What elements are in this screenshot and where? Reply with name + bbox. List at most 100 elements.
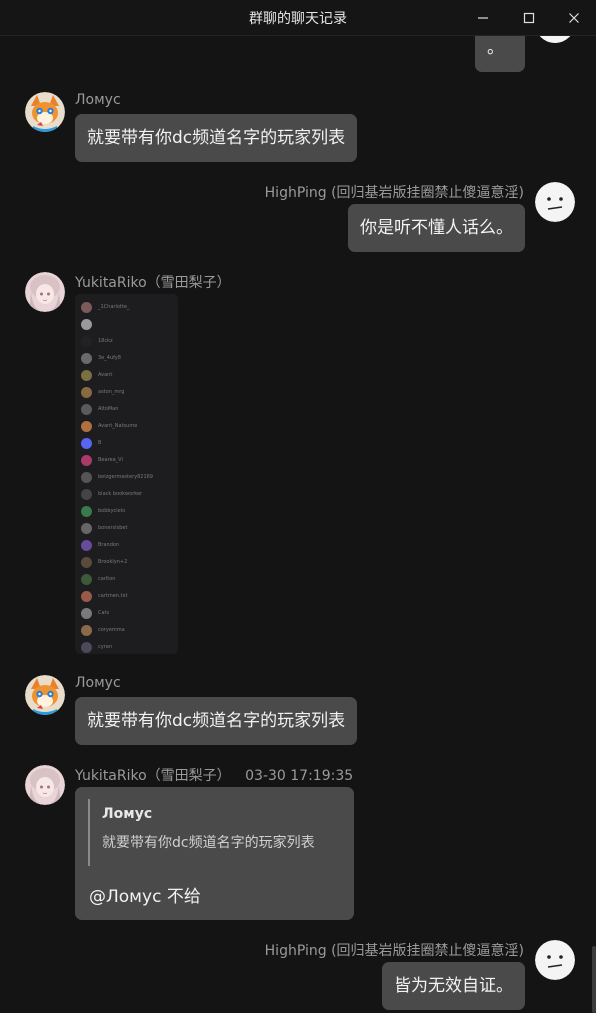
player-name: Bearea_Vi (98, 457, 123, 463)
scrollbar[interactable] (592, 946, 596, 1013)
player-name: cyran (98, 644, 112, 650)
close-icon (569, 12, 579, 23)
player-list-row: Avant (81, 368, 112, 382)
player-name: Avant_Natsume (98, 423, 138, 429)
player-name: cartmen.txt (98, 593, 128, 599)
fox-avatar-icon (25, 92, 65, 132)
anime-girl-avatar-icon (25, 765, 65, 805)
message-bubble[interactable]: 就要带有你dc频道名字的玩家列表 (75, 697, 358, 745)
player-list-row: Avant_Natsume (81, 419, 137, 433)
player-avatar-icon (81, 573, 92, 585)
sender-name: HighPing (回归基岩版挂圈禁止傻逼意淫) (264, 185, 524, 201)
player-avatar-icon (81, 641, 92, 653)
player-avatar-icon (81, 607, 92, 619)
maximize-icon (523, 12, 535, 23)
player-avatar-icon (81, 556, 92, 568)
quote-bar (88, 799, 90, 866)
player-list-row: Cats (81, 606, 109, 620)
sender-name: Ломус (75, 675, 121, 691)
reply-bubble[interactable]: Ломус 就要带有你dc频道名字的玩家列表 @Ломус 不给 (75, 787, 354, 920)
player-list-row: carlton (81, 572, 115, 586)
player-avatar-icon (81, 301, 92, 313)
message-bubble[interactable]: 就要带有你dc频道名字的玩家列表 (75, 114, 358, 162)
player-list-row: 3e_4ufy8 (81, 351, 121, 365)
player-list-row: bonersIsbet (81, 521, 127, 535)
player-name: carlton (98, 576, 116, 582)
player-name: black bookworker (98, 491, 143, 497)
player-avatar-icon (81, 471, 92, 483)
avatar-lomus[interactable] (25, 675, 65, 715)
avatar-lomus[interactable] (25, 92, 65, 132)
player-name: Brandon (98, 542, 120, 548)
player-avatar-icon (81, 539, 92, 551)
avatar-yukitariko[interactable] (25, 272, 65, 312)
fox-avatar-icon (25, 675, 65, 715)
player-avatar-icon (81, 505, 92, 517)
close-button[interactable] (552, 0, 596, 35)
player-avatar-icon (81, 369, 92, 381)
player-avatar-icon (81, 386, 92, 398)
neutral-face-icon (535, 940, 575, 980)
minimize-icon (478, 16, 488, 19)
player-list-row: _1Charlotte_ (81, 300, 129, 314)
reply-text: @Ломус 不给 (89, 887, 201, 907)
quote-text: 就要带有你dc频道名字的玩家列表 (102, 835, 315, 851)
maximize-button[interactable] (506, 0, 552, 35)
sender-name: YukitaRiko（雪田梨子） 03-30 17:19:35 (75, 765, 353, 785)
player-avatar-icon (81, 488, 92, 500)
message-text: 就要带有你dc频道名字的玩家列表 (87, 128, 346, 148)
quote-sender: Ломус (102, 806, 153, 822)
player-name: AltoMan (98, 406, 119, 412)
player-name: Brooklyn+2 (98, 559, 128, 565)
player-name: beizgermestery82169 (98, 474, 153, 480)
player-name: _1Charlotte_ (98, 304, 130, 310)
message-bubble[interactable]: 皆为无效自证。 (382, 962, 525, 1010)
player-list-row: cartmen.txt (81, 589, 127, 603)
sender-name: Ломус (75, 92, 121, 108)
player-list-row: coryemma (81, 623, 125, 637)
player-list-row: aston_mrg (81, 385, 124, 399)
neutral-face-icon (539, 36, 571, 43)
player-avatar-icon (81, 352, 92, 364)
player-name: bobbycielo (98, 508, 126, 514)
player-list-row: black bookworker (81, 487, 142, 501)
player-avatar-icon (81, 624, 92, 636)
player-list-row: B (81, 436, 101, 450)
message-text: 皆为无效自证。 (394, 976, 513, 996)
player-list-row: bobbycielo (81, 504, 125, 518)
player-list-row: beizgermestery82169 (81, 470, 153, 484)
player-list-row (81, 317, 98, 331)
player-avatar-icon (81, 420, 92, 432)
player-name: 3e_4ufy8 (98, 355, 121, 361)
player-avatar-icon (81, 590, 92, 602)
avatar[interactable] (535, 36, 575, 43)
player-list-row: Brandon (81, 538, 119, 552)
player-avatar-icon (81, 437, 92, 449)
player-list-image[interactable]: _1Charlotte_ 18ckz 3e_4ufy8 Avant aston_mrg A… (75, 294, 178, 654)
player-name: bonersIsbet (98, 525, 128, 531)
minimize-button[interactable] (460, 0, 506, 35)
player-list-row: Brooklyn+2 (81, 555, 127, 569)
player-list-row: 18ckz (81, 334, 113, 348)
player-name: coryemma (98, 627, 125, 633)
message-timestamp: 03-30 17:19:35 (245, 768, 354, 784)
avatar-yukitariko[interactable] (25, 765, 65, 805)
window-title: 群聊的聊天记录 (249, 10, 347, 27)
player-name: 18ckz (98, 338, 113, 344)
player-avatar-icon (81, 454, 92, 466)
avatar-highping[interactable] (535, 940, 575, 980)
avatar-highping[interactable] (535, 182, 575, 222)
player-avatar-icon (81, 335, 92, 347)
player-list-row: AltoMan (81, 402, 118, 416)
player-name: aston_mrg (98, 389, 125, 395)
anime-girl-avatar-icon (25, 272, 65, 312)
message-bubble[interactable]: 你是听不懂人话么。 (348, 204, 525, 252)
player-avatar-icon (81, 522, 92, 534)
player-list-row: Bearea_Vi (81, 453, 123, 467)
sender-name-text: YukitaRiko（雪田梨子） (75, 768, 231, 784)
message-text: 就要带有你dc频道名字的玩家列表 (87, 711, 346, 731)
message-text: 你是听不懂人话么。 (360, 218, 513, 238)
message-bubble[interactable]: 。 (475, 36, 525, 72)
sender-name: HighPing (回归基岩版挂圈禁止傻逼意淫) (264, 943, 524, 959)
chat-history[interactable]: 。 Ломус 就要带有你dc频道名字的玩家列表 HighPing (回归基岩版… (0, 36, 596, 1013)
